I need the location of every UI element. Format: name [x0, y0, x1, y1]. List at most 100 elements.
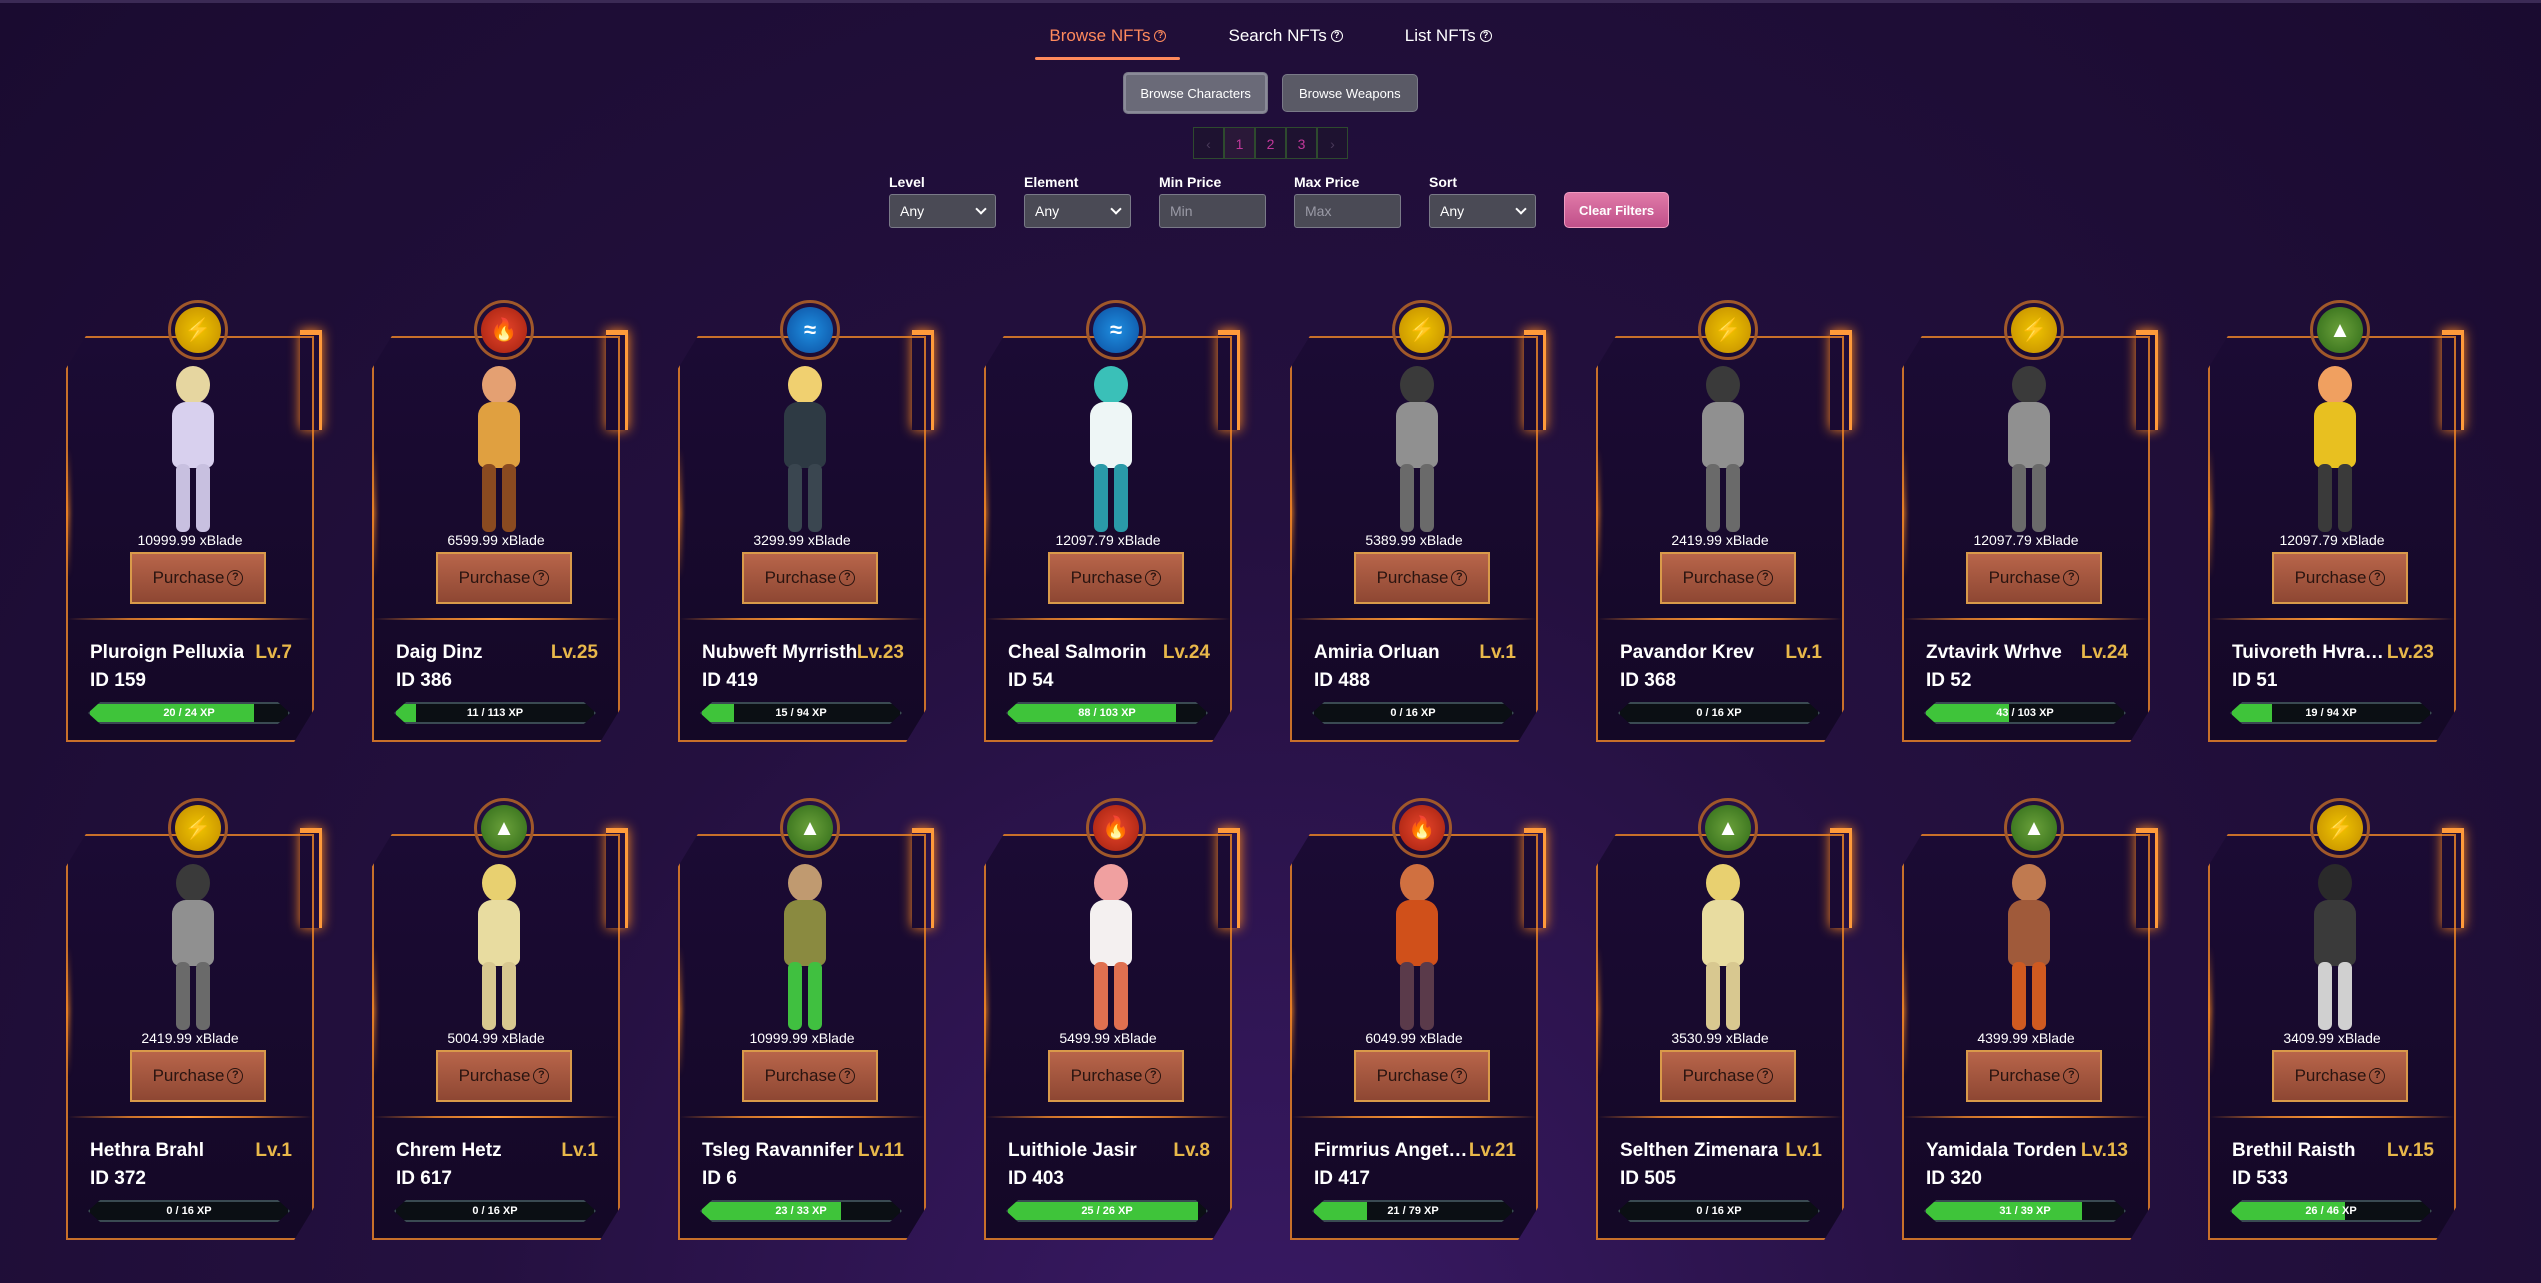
- character-price: 3530.99 xBlade: [1671, 1030, 1769, 1046]
- purchase-label: Purchase: [2294, 568, 2367, 587]
- purchase-button[interactable]: Purchase ?: [436, 1050, 572, 1102]
- purchase-button[interactable]: Purchase ?: [2272, 552, 2408, 604]
- chevron-down-icon: [1110, 203, 1122, 215]
- character-body: [478, 900, 520, 966]
- water-element-icon: ≈: [780, 300, 840, 360]
- purchase-button[interactable]: Purchase ?: [1966, 552, 2102, 604]
- help-icon[interactable]: ?: [1145, 570, 1162, 586]
- character-level: Lv.1: [1479, 642, 1516, 663]
- help-icon[interactable]: ?: [2063, 1068, 2080, 1084]
- xp-bar: 25 / 26 XP: [1006, 1200, 1208, 1222]
- page-3-button[interactable]: 3: [1286, 127, 1317, 159]
- character-price: 5389.99 xBlade: [1365, 532, 1463, 548]
- min-price-input[interactable]: Min: [1159, 194, 1266, 228]
- xp-text: 43 / 103 XP: [1996, 707, 2054, 719]
- help-icon[interactable]: ?: [227, 1068, 244, 1084]
- character-leg: [1726, 464, 1740, 532]
- purchase-button[interactable]: Purchase ?: [742, 1050, 878, 1102]
- help-icon[interactable]: ?: [839, 1068, 856, 1084]
- tab-search-nfts[interactable]: Search NFTs?: [1214, 26, 1356, 60]
- card-divider: [374, 618, 618, 620]
- clear-filters-button[interactable]: Clear Filters: [1564, 192, 1670, 228]
- purchase-button[interactable]: Purchase ?: [1048, 552, 1184, 604]
- next-page-button[interactable]: ›: [1317, 127, 1348, 159]
- character-leg: [1114, 464, 1128, 532]
- character-head: [1400, 864, 1434, 902]
- purchase-button[interactable]: Purchase ?: [130, 1050, 266, 1102]
- purchase-button[interactable]: Purchase ?: [1354, 552, 1490, 604]
- help-icon[interactable]: ?: [1757, 1068, 1774, 1084]
- character-portrait: [2298, 864, 2372, 1034]
- help-icon[interactable]: ?: [1330, 30, 1343, 42]
- xp-text: 0 / 16 XP: [1390, 707, 1436, 719]
- character-leg: [1400, 962, 1414, 1030]
- tab-list-nfts[interactable]: List NFTs?: [1391, 26, 1506, 60]
- purchase-button[interactable]: Purchase ?: [2272, 1050, 2408, 1102]
- character-card: ▲ 3530.99 xBlade Purchase ? Selthen Zime…: [1596, 798, 1852, 1240]
- help-icon[interactable]: ?: [1451, 1068, 1468, 1084]
- fire-element-icon: 🔥: [1086, 798, 1146, 858]
- help-icon[interactable]: ?: [533, 570, 550, 586]
- browse-characters-button[interactable]: Browse Characters: [1123, 72, 1268, 114]
- help-icon[interactable]: ?: [1757, 570, 1774, 586]
- tab-label: Search NFTs: [1228, 26, 1327, 45]
- character-card: ⚡ 3409.99 xBlade Purchase ? Brethil Rais…: [2208, 798, 2464, 1240]
- element-select[interactable]: Any: [1024, 194, 1131, 228]
- element-glyph: ⚡: [1705, 307, 1751, 353]
- frame-corner-glow: [912, 330, 934, 430]
- help-icon[interactable]: ?: [227, 570, 244, 586]
- purchase-button[interactable]: Purchase ?: [742, 552, 878, 604]
- element-glyph: ⚡: [175, 307, 221, 353]
- element-glyph: ≈: [1093, 307, 1139, 353]
- tab-browse-nfts[interactable]: Browse NFTs?: [1035, 26, 1181, 60]
- purchase-button[interactable]: Purchase ?: [1048, 1050, 1184, 1102]
- help-icon[interactable]: ?: [2369, 570, 2386, 586]
- page-1-button[interactable]: 1: [1224, 127, 1255, 159]
- character-portrait: [1686, 366, 1760, 536]
- level-select[interactable]: Any: [889, 194, 996, 228]
- help-icon[interactable]: ?: [839, 570, 856, 586]
- character-price: 12097.79 xBlade: [1055, 532, 1161, 548]
- help-icon[interactable]: ?: [1479, 30, 1492, 42]
- element-glyph: 🔥: [1093, 805, 1139, 851]
- character-price: 12097.79 xBlade: [1973, 532, 2079, 548]
- character-leg: [2032, 962, 2046, 1030]
- help-icon[interactable]: ?: [533, 1068, 550, 1084]
- help-icon[interactable]: ?: [1145, 1068, 1162, 1084]
- purchase-label: Purchase: [1988, 568, 2061, 587]
- frame-corner-glow: [912, 828, 934, 928]
- character-leg: [482, 464, 496, 532]
- purchase-button[interactable]: Purchase ?: [1660, 552, 1796, 604]
- sort-select[interactable]: Any: [1429, 194, 1536, 228]
- max-price-input[interactable]: Max: [1294, 194, 1401, 228]
- water-element-icon: ≈: [1086, 300, 1146, 360]
- earth-element-icon: ▲: [2004, 798, 2064, 858]
- max-price-label: Max Price: [1294, 174, 1360, 190]
- card-divider: [1292, 1116, 1536, 1118]
- character-head: [2012, 366, 2046, 404]
- browse-weapons-button[interactable]: Browse Weapons: [1281, 74, 1418, 112]
- character-id: ID 368: [1620, 670, 1676, 691]
- help-icon[interactable]: ?: [1451, 570, 1468, 586]
- prev-page-button[interactable]: ‹: [1193, 127, 1224, 159]
- purchase-button[interactable]: Purchase ?: [1966, 1050, 2102, 1102]
- character-id: ID 54: [1008, 670, 1054, 691]
- purchase-button[interactable]: Purchase ?: [436, 552, 572, 604]
- purchase-button[interactable]: Purchase ?: [130, 552, 266, 604]
- frame-corner-glow: [2136, 828, 2158, 928]
- sort-filter: Sort Any: [1429, 174, 1536, 228]
- character-price: 10999.99 xBlade: [137, 532, 243, 548]
- purchase-button[interactable]: Purchase ?: [1660, 1050, 1796, 1102]
- help-icon[interactable]: ?: [2063, 570, 2080, 586]
- xp-bar: 0 / 16 XP: [394, 1200, 596, 1222]
- character-card: ⚡ 10999.99 xBlade Purchase ? Pluroign Pe…: [66, 300, 322, 742]
- sort-select-value: Any: [1440, 203, 1465, 219]
- frame-corner-glow: [606, 330, 628, 430]
- character-card: ⚡ 12097.79 xBlade Purchase ? Zvtavirk Wr…: [1902, 300, 2158, 742]
- help-icon[interactable]: ?: [2369, 1068, 2386, 1084]
- character-card: ▲ 4399.99 xBlade Purchase ? Yamidala Tor…: [1902, 798, 2158, 1240]
- purchase-button[interactable]: Purchase ?: [1354, 1050, 1490, 1102]
- character-portrait: [156, 864, 230, 1034]
- page-2-button[interactable]: 2: [1255, 127, 1286, 159]
- help-icon[interactable]: ?: [1154, 30, 1167, 42]
